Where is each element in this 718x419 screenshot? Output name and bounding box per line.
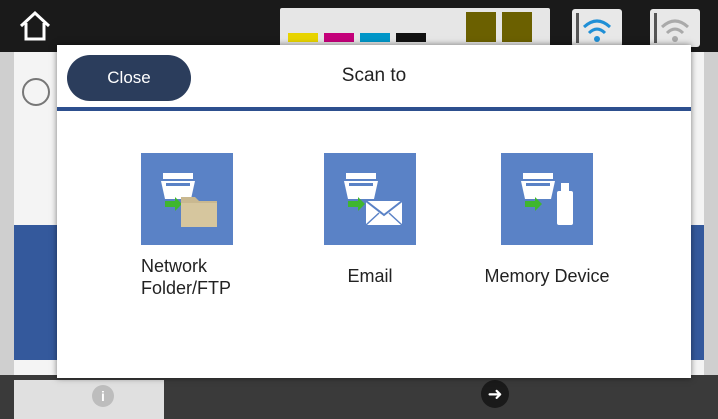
option-label-line-2: Folder/FTP — [141, 278, 232, 298]
option-network-folder-ftp[interactable]: Network Folder/FTP — [127, 153, 247, 299]
wifi-direct-icon — [654, 13, 690, 43]
header-divider — [57, 107, 691, 111]
option-memory-device[interactable]: Memory Device — [457, 153, 637, 287]
ink-level-yellow — [288, 33, 318, 42]
maintenance-box-level-2 — [502, 12, 532, 42]
check-icon — [22, 78, 50, 106]
wifi-direct-status[interactable] — [650, 9, 700, 47]
close-button[interactable]: Close — [67, 55, 191, 101]
tile-network-folder — [141, 153, 233, 245]
info-icon[interactable]: i — [92, 385, 114, 407]
printer-screen: i ➜ Scan to Close Network Folder/FTP Ema… — [0, 0, 718, 419]
wifi-status[interactable] — [572, 9, 622, 47]
maintenance-box-level — [466, 12, 496, 42]
scanner-to-memory-device-icon — [521, 173, 573, 225]
scanner-to-folder-icon — [161, 173, 217, 227]
scanner-to-email-icon — [344, 173, 403, 226]
ink-level-black — [396, 33, 426, 42]
ink-level-magenta — [324, 33, 354, 42]
bottom-left-panel — [14, 380, 164, 419]
next-arrow-icon[interactable]: ➜ — [481, 380, 509, 408]
home-icon[interactable] — [18, 10, 52, 42]
tile-email — [324, 153, 416, 245]
ink-level-cyan — [360, 33, 390, 42]
option-label-network-folder: Network Folder/FTP — [141, 255, 247, 299]
option-label-memory-device: Memory Device — [484, 266, 610, 286]
dialog-header: Scan to Close — [57, 45, 691, 107]
ink-levels-panel[interactable] — [280, 8, 550, 48]
option-email[interactable]: Email — [320, 153, 420, 287]
wifi-icon — [576, 13, 612, 43]
tile-memory-device — [501, 153, 593, 245]
scan-to-dialog: Scan to Close Network Folder/FTP Email M… — [57, 45, 691, 378]
option-label-line-1: Network — [141, 256, 208, 276]
option-label-email: Email — [347, 266, 393, 286]
